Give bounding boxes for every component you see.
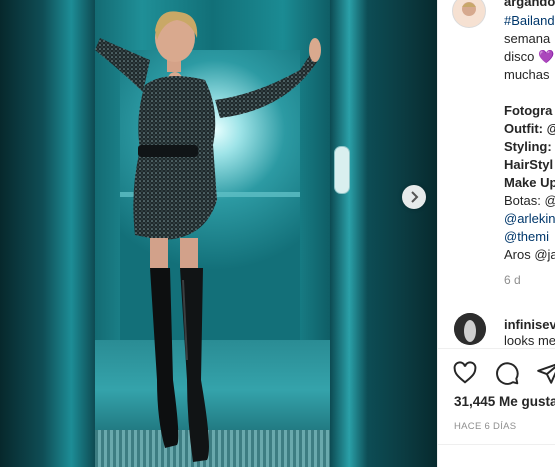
author-avatar-image <box>453 0 485 27</box>
author-username[interactable]: argando <box>504 0 555 9</box>
caption-line: Botas: @ <box>504 193 555 208</box>
heart-icon <box>453 361 477 384</box>
chevron-right-icon <box>411 191 419 203</box>
commenter-username[interactable]: infinisev <box>504 317 555 332</box>
elevator-button <box>334 146 350 194</box>
caption-line: Aros @ja <box>504 247 555 262</box>
caption-line[interactable]: @themi <box>504 228 555 246</box>
divider <box>438 348 555 349</box>
caption-line: Make Up <box>504 175 555 190</box>
like-button[interactable] <box>452 360 478 386</box>
caption-line: Outfit: @ <box>504 121 555 136</box>
post-side-panel: argando #Bailandosemana disco 💜 muchas Foto… <box>437 0 555 467</box>
post-timestamp: HACE 6 DÍAS <box>454 421 517 432</box>
caption-line: HairStyl <box>504 157 554 172</box>
post-photo[interactable] <box>0 0 437 467</box>
caption-line: Fotogra <box>504 103 553 118</box>
divider <box>438 444 555 445</box>
caption-date: 6 d <box>504 273 521 287</box>
next-image-button[interactable] <box>402 185 426 209</box>
author-avatar[interactable] <box>452 0 486 28</box>
action-bar <box>452 360 555 386</box>
likes-count[interactable]: 31,445 Me gusta <box>454 394 555 409</box>
caption-line <box>504 84 555 102</box>
caption-line: Styling: <box>504 139 552 154</box>
share-button[interactable] <box>536 360 555 386</box>
comment-text: looks me <box>504 333 555 347</box>
caption-line[interactable]: @arlekin <box>504 210 555 228</box>
caption-line: muchas <box>504 67 550 82</box>
caption-line[interactable]: #Bailando <box>504 12 555 30</box>
post-caption: #Bailandosemana disco 💜 muchas Fotogra Outfi… <box>504 12 555 289</box>
share-icon <box>537 363 555 384</box>
woman-figure <box>95 11 321 462</box>
elevator-wall-left <box>0 0 95 467</box>
comment-icon <box>496 362 519 385</box>
commenter-avatar-image <box>454 313 486 345</box>
elevator-wall-right <box>330 0 437 467</box>
caption-line: disco 💜 <box>504 49 555 64</box>
comment-button[interactable] <box>494 360 520 386</box>
caption-line: semana <box>504 31 551 46</box>
commenter-avatar[interactable] <box>454 313 486 345</box>
